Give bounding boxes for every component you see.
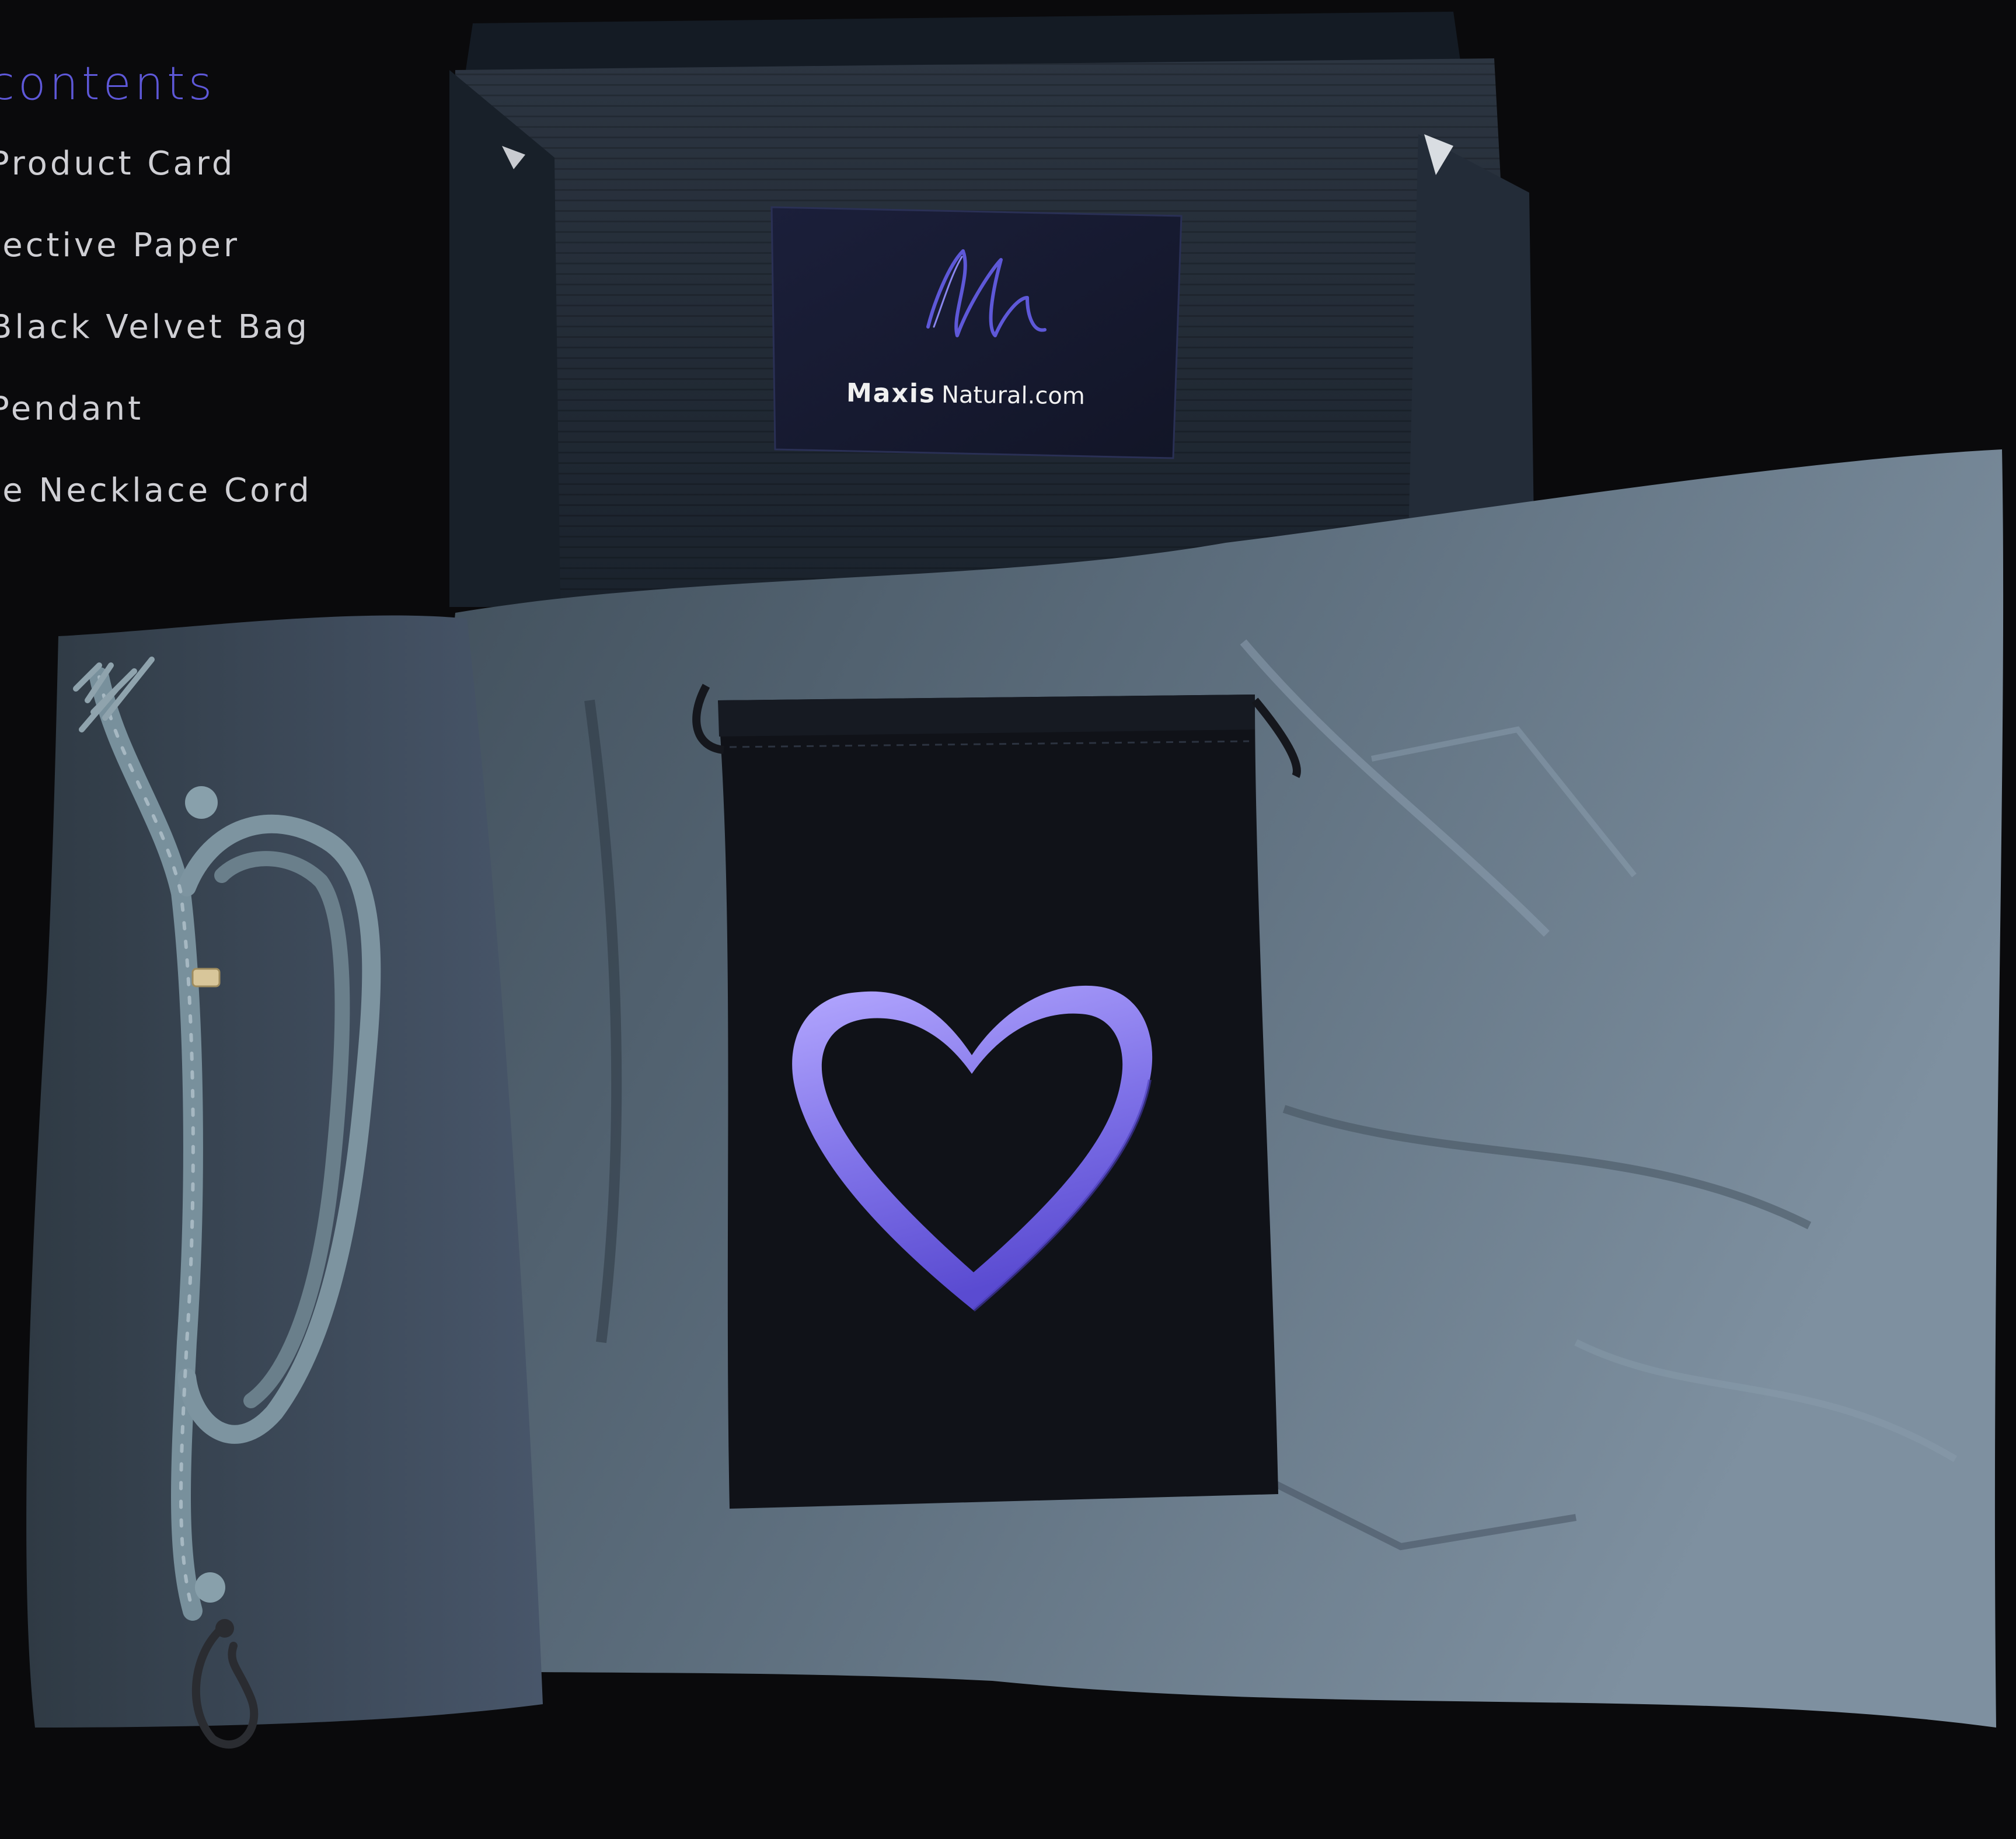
contents-item-product-card: Product Card	[0, 145, 236, 183]
brand-name: Maxis	[846, 378, 936, 409]
contents-heading: contents	[0, 58, 216, 110]
velvet-bag	[692, 683, 1301, 1509]
contents-item-pendant: Pendant	[0, 390, 144, 428]
paper-fold	[26, 615, 543, 1728]
product-photo: contents Product Card otective Paper Bla…	[0, 0, 2016, 1839]
contents-item-necklace-cord: ate Necklace Cord	[0, 472, 312, 510]
brand-domain: Natural.com	[941, 381, 1086, 410]
contents-list: Product Card otective Paper Black Velvet…	[0, 148, 312, 556]
product-card	[770, 206, 1183, 459]
card-brand-text: Maxis Natural.com	[846, 378, 1085, 410]
contents-item-protective-paper: otective Paper	[0, 226, 240, 264]
contents-item-velvet-bag: Black Velvet Bag	[0, 308, 310, 346]
contents-list-panel: contents Product Card otective Paper Bla…	[0, 61, 312, 556]
